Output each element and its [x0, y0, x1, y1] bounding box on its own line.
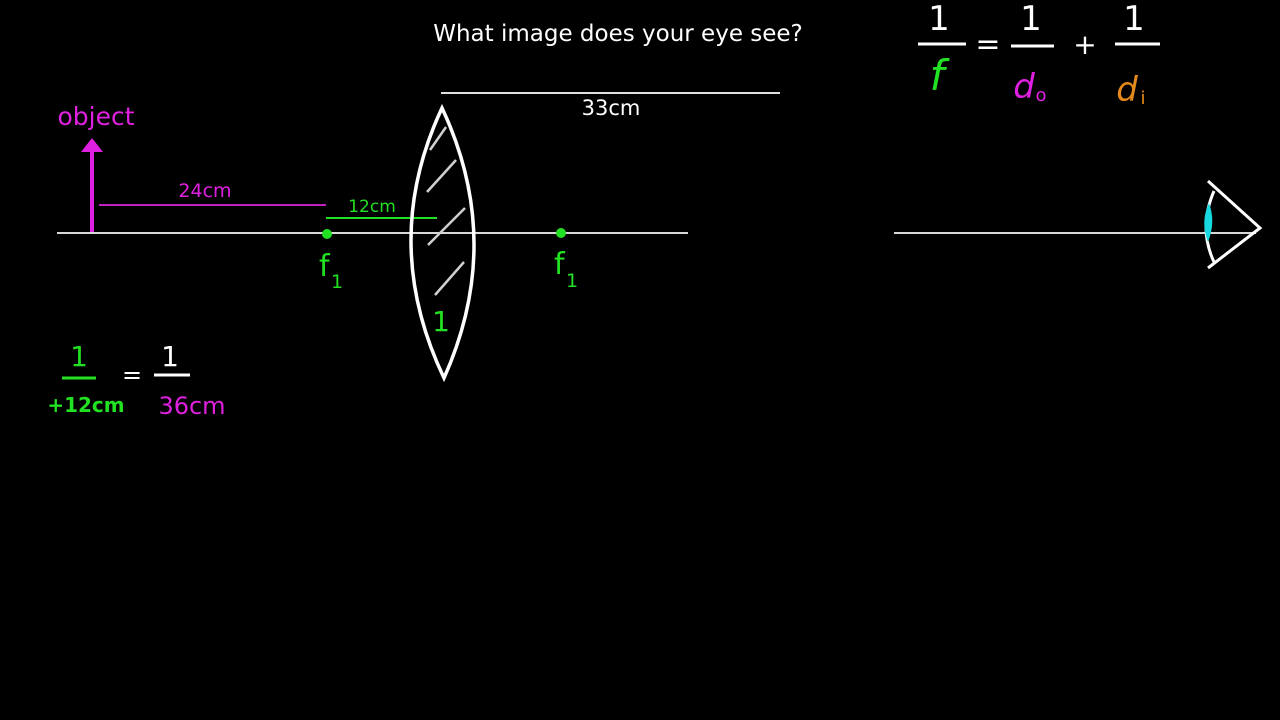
focal-point-left	[322, 229, 332, 239]
object-arrow	[81, 138, 103, 232]
title: What image does your eye see?	[433, 21, 803, 47]
lens-to-eye-distance: 33cm	[582, 96, 641, 120]
lens-eq-denominator-do: d	[1013, 67, 1035, 107]
lens-eq-denominator-f: f	[930, 51, 951, 100]
lens-number: 1	[432, 305, 450, 338]
lens-eq-plus: +	[1073, 28, 1096, 61]
diagram-canvas: What image does your eye see? object 24c…	[47, 0, 1263, 420]
lens-equation: 1 f = 1 d o + 1 d i	[918, 0, 1160, 110]
focal-label-right: f	[554, 247, 566, 282]
eye-icon	[1204, 179, 1263, 270]
worked-eq-right-denominator: 36cm	[158, 392, 225, 420]
lens-eq-numerator-f: 1	[928, 0, 950, 39]
object-to-focal-distance: 24cm	[178, 180, 231, 202]
focal-label-left: f	[319, 249, 331, 284]
focal-to-lens-distance: 12cm	[348, 197, 396, 217]
lens-eq-denominator-di: d	[1116, 70, 1138, 110]
worked-eq-left-denominator: +12cm	[47, 393, 124, 417]
object-label: object	[57, 102, 134, 131]
lens-eq-equals: =	[975, 27, 1000, 62]
worked-equation: 1 +12cm = 1 36cm	[47, 340, 225, 420]
worked-eq-equals: =	[122, 361, 142, 389]
worked-eq-right-numerator: 1	[161, 340, 179, 373]
worked-eq-left-numerator: 1	[70, 340, 88, 373]
lens-eq-numerator-di: 1	[1123, 0, 1145, 39]
lens-eq-numerator-do: 1	[1020, 0, 1042, 39]
focal-subscript-left: 1	[331, 271, 343, 293]
focal-point-right	[556, 228, 566, 238]
lens-eq-denominator-di-sub: i	[1140, 88, 1145, 109]
focal-subscript-right: 1	[566, 270, 578, 292]
lens-eq-denominator-do-sub: o	[1035, 85, 1046, 106]
